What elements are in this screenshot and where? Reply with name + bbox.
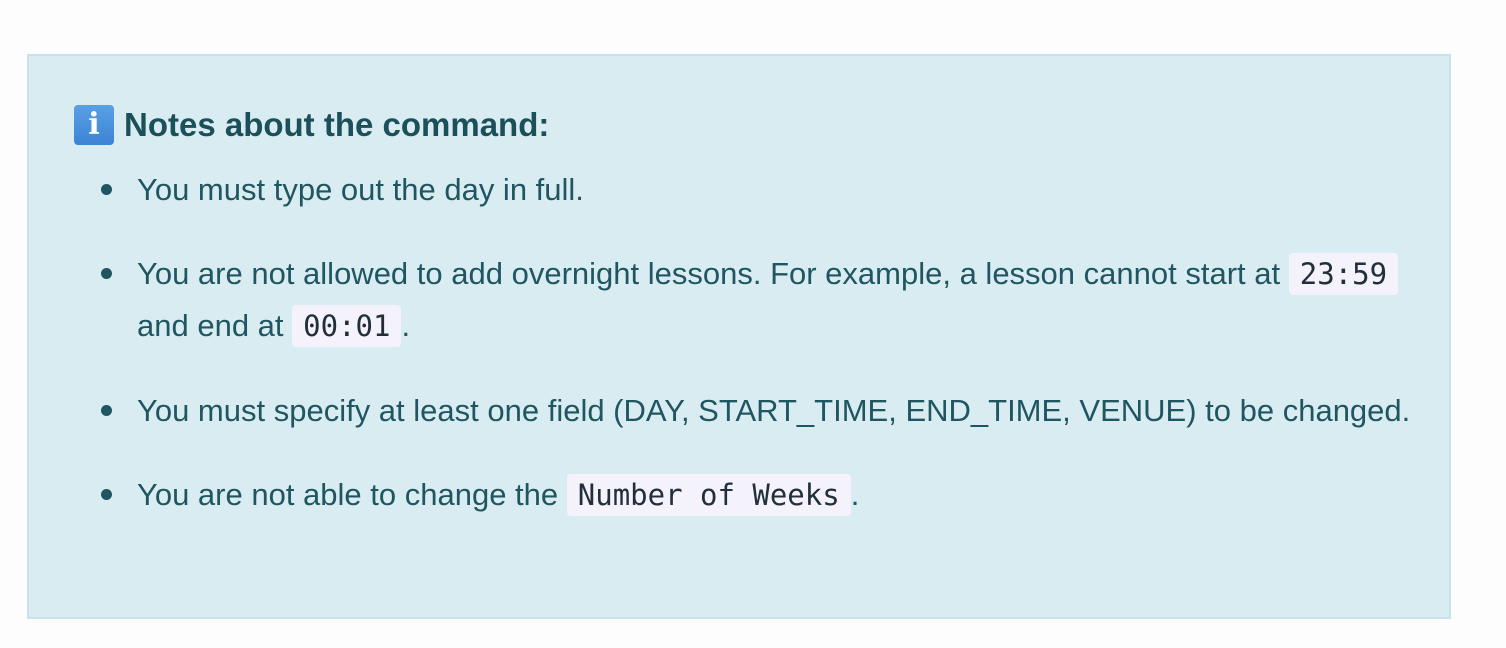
note-text: You must specify at least one field (DAY… (137, 393, 1411, 428)
note-item-fields: You must specify at least one field (DAY… (101, 385, 1417, 436)
inline-code-end-time: 00:01 (292, 305, 402, 347)
note-text: and end at (137, 308, 284, 343)
inline-code-weeks: Number of Weeks (566, 474, 851, 516)
note-item-day-full: You must type out the day in full. (101, 164, 1417, 215)
info-icon-glyph: i (88, 107, 100, 142)
note-text: . (850, 477, 860, 512)
callout-title: Notes about the command: (124, 106, 550, 143)
info-icon: i (74, 105, 114, 145)
callout-header: i Notes about the command: (74, 104, 549, 146)
note-item-overnight: You are not allowed to add overnight les… (101, 248, 1417, 352)
note-item-weeks: You are not able to change the Number of… (101, 469, 1417, 521)
note-text: You must type out the day in full. (137, 172, 584, 207)
notes-list: You must type out the day in full. You a… (101, 164, 1417, 554)
note-text: . (401, 308, 411, 343)
note-text: You are not able to change the (137, 477, 559, 512)
inline-code-start-time: 23:59 (1288, 253, 1399, 295)
info-callout: i Notes about the command: You must type… (27, 54, 1451, 619)
note-text: You are not allowed to add overnight les… (137, 256, 1281, 291)
